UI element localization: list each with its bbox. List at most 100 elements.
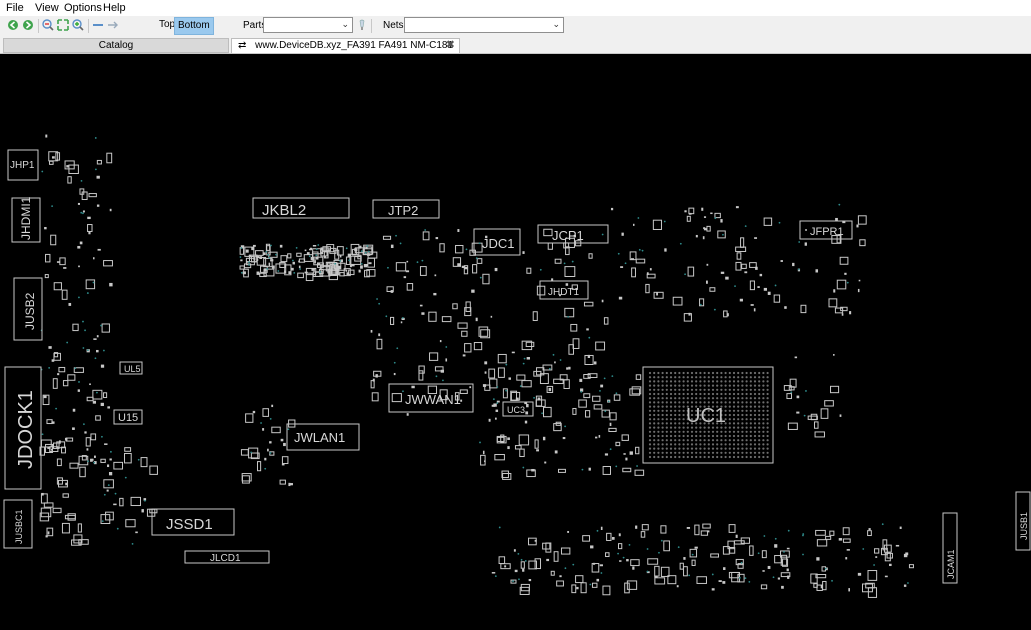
- component-outline[interactable]: [631, 267, 636, 278]
- component-outline[interactable]: [654, 565, 660, 577]
- component-outline[interactable]: [543, 228, 553, 237]
- component-outline[interactable]: [824, 400, 834, 407]
- component-outline[interactable]: [640, 531, 646, 538]
- component-outline[interactable]: [418, 365, 425, 374]
- component-outline[interactable]: [653, 291, 664, 299]
- flip-vertical-icon[interactable]: [107, 19, 119, 31]
- component-outline[interactable]: [271, 426, 281, 434]
- component-outline[interactable]: [867, 570, 878, 581]
- component-outline[interactable]: [239, 265, 245, 270]
- component-outline[interactable]: [61, 522, 70, 534]
- component-outline[interactable]: [64, 514, 76, 520]
- component-outline[interactable]: [259, 272, 267, 278]
- component-outline[interactable]: [585, 410, 591, 418]
- component-outline[interactable]: [749, 262, 757, 268]
- component-outline[interactable]: [459, 389, 468, 394]
- component-outline[interactable]: [740, 237, 745, 248]
- component-outline[interactable]: [371, 392, 379, 402]
- component-outline[interactable]: [859, 239, 866, 247]
- parts-combobox[interactable]: ⌄: [263, 17, 353, 33]
- component-outline[interactable]: [563, 379, 570, 390]
- component-outline[interactable]: [103, 260, 113, 267]
- component-outline[interactable]: [714, 212, 721, 219]
- component-outline[interactable]: [480, 454, 486, 466]
- zoom-out-icon[interactable]: [42, 19, 54, 31]
- component-outline[interactable]: [339, 272, 345, 277]
- component-outline[interactable]: [67, 176, 72, 184]
- component-outline[interactable]: [564, 266, 576, 277]
- component-outline[interactable]: [602, 466, 611, 475]
- component-outline[interactable]: [520, 561, 525, 569]
- component-outline[interactable]: [696, 576, 707, 584]
- component-outline[interactable]: [618, 543, 623, 550]
- component-outline[interactable]: [706, 225, 711, 232]
- component-outline[interactable]: [621, 434, 629, 441]
- component-outline[interactable]: [622, 467, 632, 473]
- component-outline[interactable]: [543, 406, 552, 418]
- component-outline[interactable]: [761, 550, 767, 559]
- component-outline[interactable]: [814, 431, 825, 438]
- component-outline[interactable]: [760, 584, 768, 590]
- component-outline[interactable]: [296, 252, 302, 257]
- component-outline[interactable]: [533, 370, 542, 377]
- component-outline[interactable]: [641, 524, 649, 531]
- search-part-icon[interactable]: [356, 19, 368, 31]
- component-outline[interactable]: [807, 415, 818, 420]
- component-outline[interactable]: [736, 252, 742, 260]
- component-outline[interactable]: [419, 266, 427, 276]
- component-outline[interactable]: [886, 552, 893, 559]
- component-outline[interactable]: [553, 551, 559, 562]
- component-outline[interactable]: [461, 330, 468, 337]
- component-outline[interactable]: [67, 374, 76, 381]
- component-outline[interactable]: [749, 545, 754, 556]
- component-outline[interactable]: [842, 538, 851, 543]
- component-outline[interactable]: [526, 267, 532, 274]
- component-outline[interactable]: [536, 285, 546, 296]
- component-outline[interactable]: [813, 421, 819, 429]
- component-outline[interactable]: [519, 448, 525, 458]
- component-outline[interactable]: [550, 570, 555, 576]
- component-outline[interactable]: [874, 548, 880, 554]
- component-outline[interactable]: [406, 283, 414, 291]
- component-outline[interactable]: [44, 274, 49, 279]
- component-outline[interactable]: [90, 433, 97, 441]
- component-outline[interactable]: [395, 262, 407, 272]
- component-outline[interactable]: [686, 215, 691, 222]
- component-outline[interactable]: [497, 353, 507, 364]
- component-outline[interactable]: [836, 279, 847, 290]
- tab-board[interactable]: ⇄ www.DeviceDB.xyz_FA391 FA491 NM-C181 R…: [231, 38, 460, 64]
- component-outline[interactable]: [593, 404, 603, 410]
- component-outline[interactable]: [591, 582, 598, 588]
- component-outline[interactable]: [376, 338, 383, 350]
- zoom-fit-icon[interactable]: [57, 19, 69, 31]
- component-outline[interactable]: [660, 525, 667, 534]
- component-outline[interactable]: [763, 217, 773, 226]
- close-icon[interactable]: ✖: [446, 39, 455, 52]
- component-outline[interactable]: [534, 558, 542, 570]
- component-outline[interactable]: [689, 548, 698, 558]
- component-outline[interactable]: [830, 385, 840, 394]
- component-outline[interactable]: [489, 378, 498, 389]
- component-outline[interactable]: [452, 303, 458, 310]
- component-outline[interactable]: [613, 394, 621, 401]
- component-outline[interactable]: [749, 280, 755, 291]
- component-outline[interactable]: [810, 413, 818, 421]
- component-outline[interactable]: [603, 317, 609, 325]
- component-outline[interactable]: [709, 287, 716, 292]
- component-outline[interactable]: [525, 341, 535, 347]
- component-outline[interactable]: [602, 585, 611, 596]
- component-outline[interactable]: [634, 469, 645, 476]
- component-outline[interactable]: [688, 207, 695, 215]
- component-outline[interactable]: [77, 523, 82, 533]
- component-outline[interactable]: [455, 244, 464, 254]
- component-outline[interactable]: [348, 269, 355, 276]
- flip-horizontal-icon[interactable]: [92, 19, 104, 31]
- component-outline[interactable]: [583, 301, 594, 307]
- forward-icon[interactable]: [22, 19, 34, 31]
- component-outline[interactable]: [86, 396, 94, 402]
- component-outline[interactable]: [428, 311, 437, 322]
- bottom-side-button[interactable]: Bottom: [174, 17, 214, 35]
- component-outline[interactable]: [554, 258, 562, 264]
- component-outline[interactable]: [564, 307, 575, 318]
- component-outline[interactable]: [46, 419, 53, 425]
